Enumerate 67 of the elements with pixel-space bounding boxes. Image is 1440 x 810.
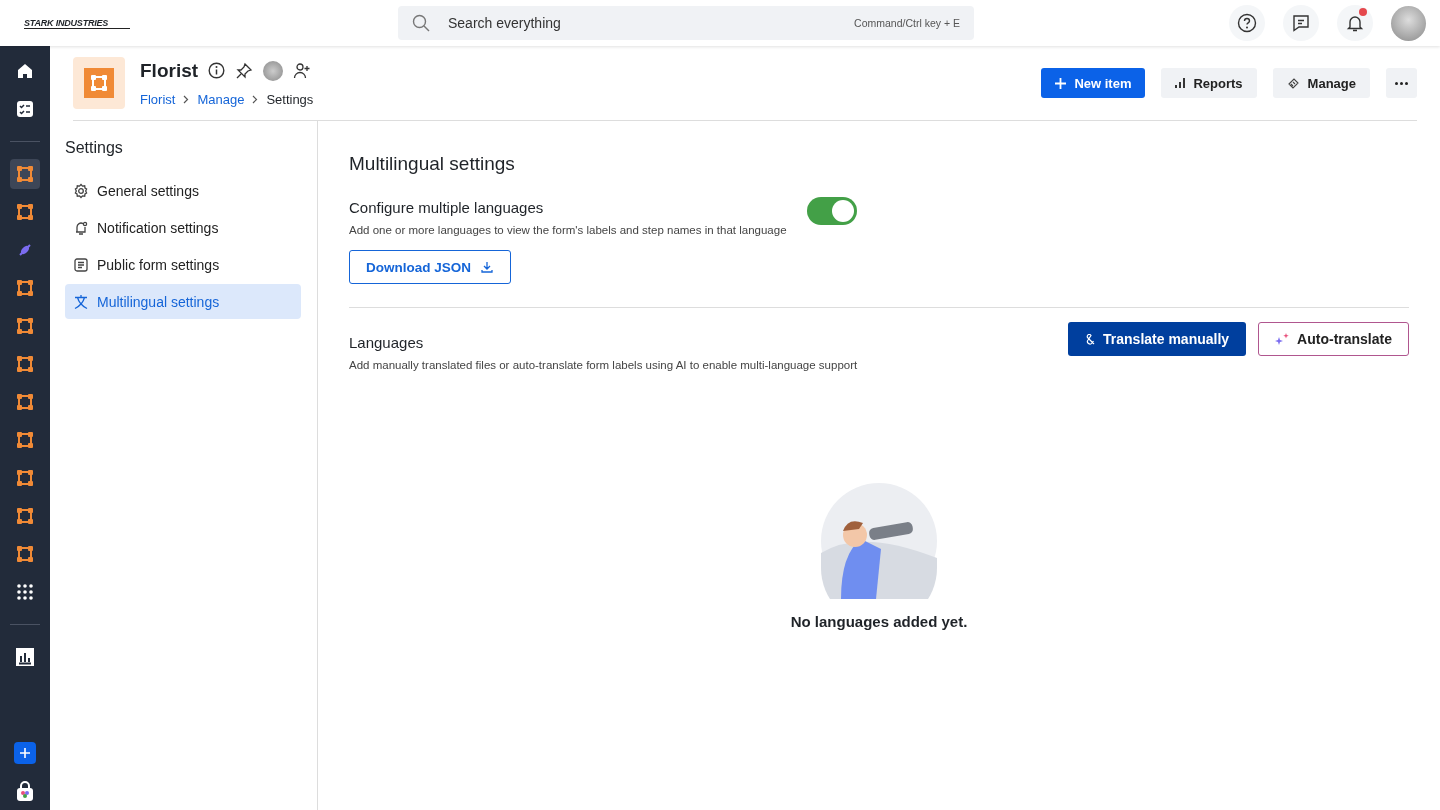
- app-icon: [16, 203, 34, 221]
- help-button[interactable]: [1229, 5, 1265, 41]
- bar-chart-icon: [15, 647, 35, 667]
- bell-icon: [73, 219, 89, 236]
- member-avatar[interactable]: [263, 60, 284, 81]
- settings-heading: Settings: [65, 139, 124, 157]
- notifications-button[interactable]: [1337, 5, 1373, 41]
- app-icon: [16, 355, 34, 373]
- plus-icon: [1055, 77, 1067, 89]
- checklist-icon: [16, 100, 34, 118]
- app-icon: [73, 57, 125, 109]
- app-icon: [16, 507, 34, 525]
- tool-icon: [1286, 76, 1300, 90]
- app-icon: [16, 545, 34, 563]
- breadcrumb-current: Settings: [266, 91, 314, 107]
- document-icon: [73, 256, 89, 273]
- reports-button[interactable]: Reports: [1161, 68, 1257, 98]
- user-avatar[interactable]: [1391, 5, 1426, 41]
- section-title: Languages: [349, 334, 425, 351]
- translate-manually-button[interactable]: Translate manually: [1068, 322, 1247, 356]
- shopping-bag-icon: [14, 780, 36, 802]
- sparkle-icon: [1275, 333, 1290, 345]
- bar-chart-icon: [1175, 78, 1186, 88]
- download-icon: [481, 261, 493, 273]
- keyboard-shortcut-hint: Command/Ctrl key + E: [854, 17, 960, 29]
- chevron-right-icon: [183, 94, 190, 104]
- plug-icon: [17, 242, 33, 258]
- app-icon: [16, 165, 34, 183]
- app-title: Florist: [140, 59, 199, 82]
- new-item-button[interactable]: New item: [1041, 68, 1146, 98]
- more-button[interactable]: [1386, 68, 1417, 98]
- page-title: Multilingual settings: [349, 153, 516, 175]
- help-icon: [1237, 13, 1257, 33]
- settings-nav-item[interactable]: Notification settings: [65, 210, 301, 245]
- toggle-switch[interactable]: [806, 197, 857, 225]
- breadcrumb-link[interactable]: Manage: [197, 91, 245, 107]
- ampersand-icon: [1085, 333, 1096, 345]
- chat-button[interactable]: [1283, 5, 1319, 41]
- manage-button[interactable]: Manage: [1272, 68, 1370, 98]
- app-icon: [16, 431, 34, 449]
- section-title: Configure multiple languages: [349, 199, 545, 216]
- app-icon: [16, 279, 34, 297]
- auto-translate-button[interactable]: Auto-translate: [1258, 322, 1409, 356]
- more-icon: [1395, 81, 1408, 85]
- add-user-icon[interactable]: [293, 61, 312, 80]
- home-icon: [16, 62, 34, 80]
- info-icon[interactable]: [208, 62, 226, 79]
- section-description: Add one or more languages to view the form's labels and step names in that language: [349, 224, 787, 236]
- add-icon: [14, 742, 36, 764]
- breadcrumb-link[interactable]: Florist: [140, 91, 176, 107]
- download-json-button[interactable]: Download JSON: [349, 250, 511, 284]
- section-description: Add manually translated files or auto-translate form labels using AI to enable multi-language support: [349, 359, 858, 371]
- settings-icon: [73, 182, 89, 199]
- translate-icon: [73, 293, 89, 310]
- company-logo[interactable]: STARK INDUSTRIES: [24, 17, 130, 29]
- settings-nav-item[interactable]: General settings: [65, 173, 301, 208]
- app-icon: [16, 393, 34, 411]
- pin-icon[interactable]: [235, 61, 254, 80]
- chevron-right-icon: [252, 94, 259, 104]
- settings-nav-item[interactable]: Public form settings: [65, 247, 301, 282]
- app-icon: [16, 469, 34, 487]
- settings-nav-item[interactable]: Multilingual settings: [65, 284, 301, 319]
- grid-icon: [17, 584, 33, 600]
- empty-state-message: No languages added yet.: [790, 613, 968, 630]
- app-icon: [16, 317, 34, 335]
- chat-icon: [1291, 13, 1311, 33]
- bell-icon: [1345, 13, 1365, 33]
